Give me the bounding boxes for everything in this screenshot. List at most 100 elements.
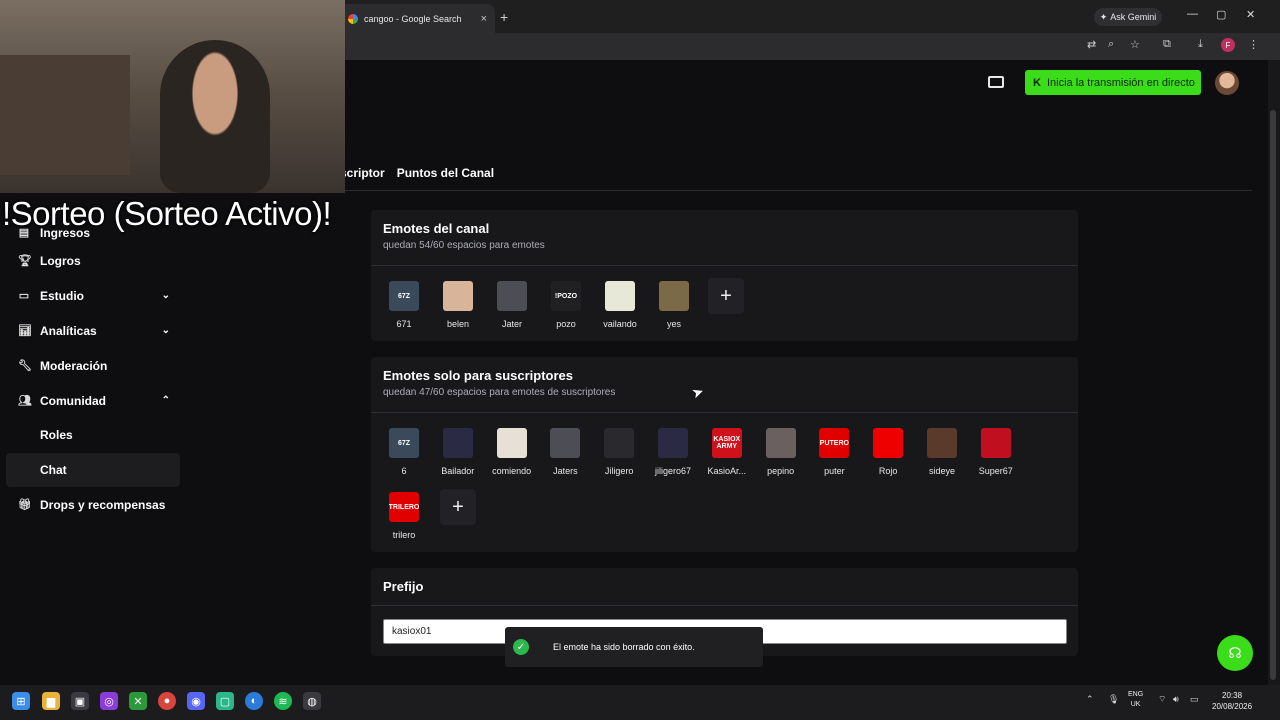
emote-thumbnail: [765, 428, 796, 458]
file-explorer-icon[interactable]: ▆: [42, 692, 60, 710]
giveaway-overlay-text: !Sorteo (Sorteo Activo)!: [2, 195, 332, 232]
tab-channel-points[interactable]: Puntos del Canal: [397, 166, 494, 180]
store-icon[interactable]: ▣: [71, 692, 89, 710]
emote-item[interactable]: sideye: [915, 428, 969, 476]
scrollbar-thumb[interactable]: [1270, 110, 1276, 680]
emote-item[interactable]: vailando: [593, 281, 647, 329]
tab-subscriber[interactable]: scriptor: [340, 166, 385, 180]
sidebar-item-roles[interactable]: Roles: [6, 418, 180, 452]
support-chat-button[interactable]: ☊: [1217, 635, 1253, 671]
emote-thumbnail: [980, 428, 1011, 458]
wifi-icon[interactable]: ⌔: [1158, 694, 1166, 705]
app-icon[interactable]: ▢: [216, 692, 234, 710]
user-avatar[interactable]: [1215, 71, 1239, 95]
analytics-icon: 📊︎: [18, 325, 32, 337]
stream-manager-icon[interactable]: [988, 76, 1004, 88]
emote-name: pepino: [767, 466, 795, 476]
go-live-label: Inicia la transmisión en directo: [1046, 76, 1195, 89]
gemini-label: Ask Gemini: [1110, 12, 1157, 22]
bookmark-star-icon[interactable]: ☆: [1130, 38, 1140, 51]
sidebar-item-label: Drops y recompensas: [40, 497, 166, 512]
emote-item[interactable]: Bailador: [431, 428, 485, 476]
extensions-icon[interactable]: ⧉: [1163, 38, 1171, 51]
emote-name: Super67: [978, 466, 1013, 476]
emote-item[interactable]: Jaters: [538, 428, 592, 476]
emote-name: Jiligero: [604, 466, 634, 476]
emote-name: trilero: [392, 530, 416, 540]
emote-item[interactable]: !POZO pozo: [539, 281, 593, 329]
emote-name: KasioAr...: [707, 466, 747, 476]
add-emote-button[interactable]: +: [708, 278, 744, 314]
tray-chevron-up-icon[interactable]: ⌃: [1086, 694, 1094, 705]
edge-icon[interactable]: ◐: [245, 692, 263, 710]
zoom-icon[interactable]: ⌕: [1108, 38, 1114, 51]
sidebar-item-drops[interactable]: 🎁︎ Drops y recompensas: [6, 488, 180, 521]
tab-close-icon[interactable]: ×: [481, 13, 487, 25]
emote-item[interactable]: Super67: [969, 428, 1023, 476]
sub-emotes-card: Emotes solo para suscriptores quedan 47/…: [371, 357, 1078, 552]
sidebar-item-comunidad[interactable]: 👥︎ Comunidad ⌃: [6, 384, 180, 417]
emote-item[interactable]: 67Z 671: [377, 281, 431, 329]
close-window-button[interactable]: ✕: [1246, 8, 1255, 21]
sidebar-item-label: Estudio: [40, 288, 84, 303]
language-indicator[interactable]: ENG UK: [1128, 690, 1143, 710]
discord-icon[interactable]: ◉: [187, 692, 205, 710]
ask-gemini-button[interactable]: ✦ Ask Gemini: [1094, 8, 1162, 26]
new-tab-button[interactable]: +: [500, 9, 508, 25]
emote-name: Bailador: [441, 466, 475, 476]
channel-emotes-subtitle: quedan 54/60 espacios para emotes: [383, 240, 545, 251]
sidebar-item-label: Moderación: [40, 358, 108, 373]
emote-item[interactable]: belen: [431, 281, 485, 329]
tab-title: cangoo - Google Search: [364, 13, 462, 24]
chrome-icon[interactable]: ●: [158, 692, 176, 710]
emote-thumbnail: TRILERO: [389, 492, 419, 522]
emote-item[interactable]: comiendo: [485, 428, 539, 476]
emote-item[interactable]: 67Z 6: [377, 428, 431, 476]
profile-avatar[interactable]: F: [1221, 38, 1235, 52]
sidebar-item-label: Analíticas: [40, 323, 97, 338]
spotify-icon[interactable]: ≋: [274, 692, 292, 710]
battery-icon[interactable]: ▭: [1190, 694, 1199, 705]
sidebar-item-logros[interactable]: 🏆︎ Logros: [6, 244, 180, 277]
emote-thumbnail: 67Z: [389, 281, 419, 311]
emote-item[interactable]: Jiligero: [592, 428, 646, 476]
emote-item[interactable]: TRILERO trilero: [377, 492, 431, 540]
microphone-icon[interactable]: 🎙︎: [1108, 694, 1119, 705]
card-divider: [371, 605, 1078, 606]
browser-menu-icon[interactable]: ⋮: [1248, 38, 1259, 51]
emote-item[interactable]: Jater: [485, 281, 539, 329]
app-icon[interactable]: ◎: [100, 692, 118, 710]
sidebar-item-estudio[interactable]: ▭ Estudio ⌄: [6, 279, 180, 312]
emote-item[interactable]: PUTERO puter: [807, 428, 861, 476]
translate-icon[interactable]: ⇄: [1087, 38, 1096, 51]
minimize-button[interactable]: —: [1187, 8, 1198, 20]
go-live-button[interactable]: K Inicia la transmisión en directo: [1025, 70, 1201, 95]
emote-item[interactable]: yes: [647, 281, 701, 329]
google-favicon-icon: [348, 13, 358, 24]
emote-name: Jaters: [553, 466, 578, 476]
add-sub-emote-button[interactable]: +: [440, 489, 476, 525]
emote-thumbnail: [497, 281, 527, 311]
maximize-button[interactable]: ▢: [1216, 8, 1226, 21]
emote-item[interactable]: KASIOX ARMY KasioAr...: [700, 428, 754, 476]
chevron-up-icon: ⌃: [161, 395, 170, 406]
xbox-icon[interactable]: ✕: [129, 692, 147, 710]
sidebar-item-chat[interactable]: Chat: [6, 453, 180, 487]
obs-icon[interactable]: ◍: [303, 692, 321, 710]
taskbar-clock[interactable]: 20:38 20/08/2026: [1212, 690, 1252, 712]
download-icon[interactable]: ⤓: [1198, 38, 1203, 51]
emote-thumbnail: [550, 428, 581, 458]
emote-item[interactable]: pepino: [754, 428, 808, 476]
emote-name: pozo: [556, 319, 576, 329]
volume-icon[interactable]: 🔊︎: [1173, 694, 1179, 705]
sidebar-item-moderacion[interactable]: 🔧︎ Moderación: [6, 349, 180, 382]
sidebar-item-label: Comunidad: [40, 393, 106, 408]
emote-item[interactable]: Rojo: [861, 428, 915, 476]
emote-name: Jater: [501, 319, 522, 329]
sidebar-item-analiticas[interactable]: 📊︎ Analíticas ⌄: [6, 314, 180, 347]
sidebar-item-label: Logros: [40, 253, 81, 268]
emote-item[interactable]: jiligero67: [646, 428, 700, 476]
browser-tab[interactable]: cangoo - Google Search ×: [340, 4, 495, 33]
windows-start-icon[interactable]: ⊞: [12, 692, 30, 710]
emote-name: Rojo: [878, 466, 898, 476]
